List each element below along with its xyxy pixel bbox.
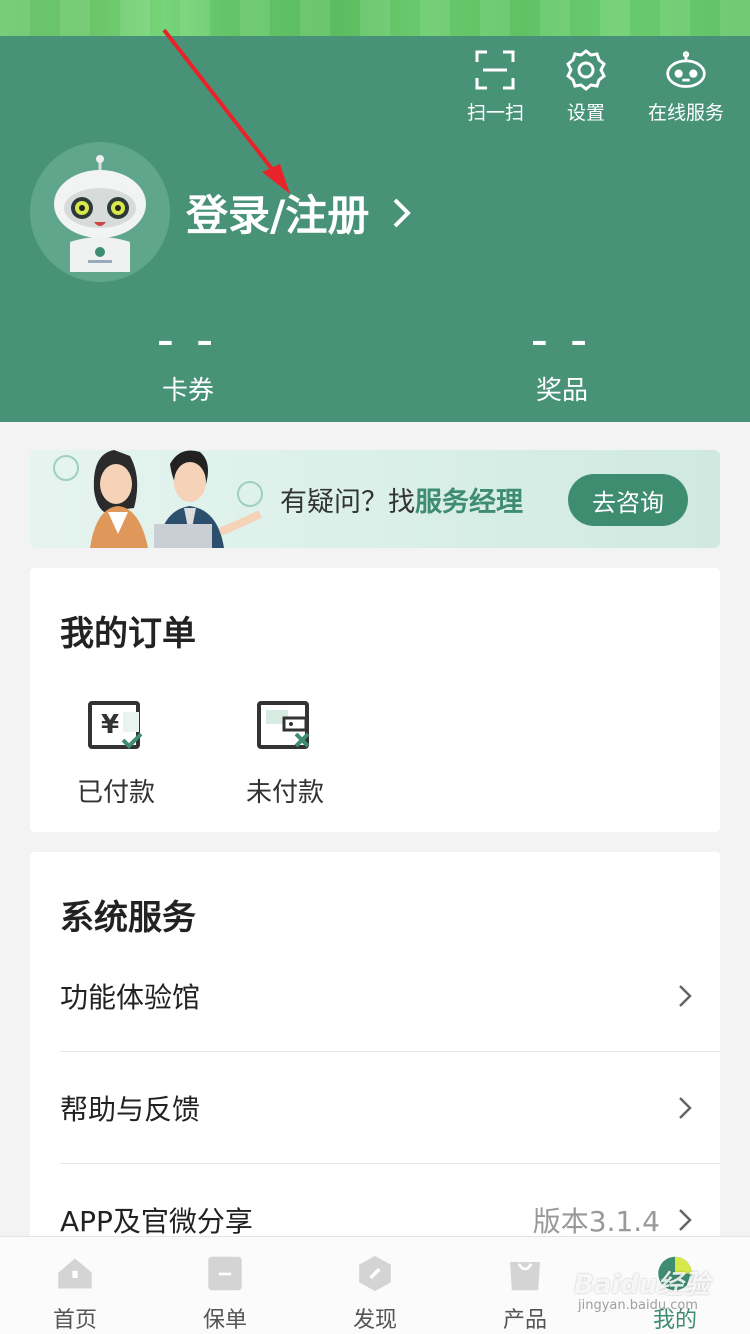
paid-orders-button[interactable]: ¥ 已付款 <box>56 700 176 809</box>
status-bar <box>0 0 750 36</box>
version-text: 版本3.1.4 <box>532 1205 660 1238</box>
home-icon <box>58 1258 92 1289</box>
tab-policy-label: 保单 <box>202 1308 247 1333</box>
bag-icon <box>510 1262 540 1291</box>
baidu-watermark-url: jingyan.baidu.com <box>578 1298 698 1313</box>
scan-icon <box>475 50 515 90</box>
tab-policy[interactable]: 保单 <box>150 1237 300 1334</box>
scan-button[interactable]: 扫一扫 <box>467 48 524 125</box>
paid-label: 已付款 <box>76 778 155 808</box>
prize-label: 奖品 <box>535 376 588 406</box>
tab-product-label: 产品 <box>502 1308 547 1333</box>
svg-text:¥: ¥ <box>101 710 119 740</box>
consult-banner[interactable]: 有疑问？找服务经理 去咨询 <box>30 450 720 548</box>
online-service-button[interactable]: 在线服务 <box>648 48 724 125</box>
orders-card: 我的订单 ¥ 已付款 未付款 <box>30 568 720 832</box>
service-row-label: 帮助与反馈 <box>60 1092 201 1126</box>
tab-home-label: 首页 <box>52 1308 97 1333</box>
service-row-label: 功能体验馆 <box>60 980 201 1014</box>
discover-icon <box>359 1255 391 1292</box>
service-row-feature-hall[interactable]: 功能体验馆 <box>60 940 720 1052</box>
prize-stat[interactable]: – – 奖品 <box>507 322 617 407</box>
coupon-count: – – <box>157 322 219 360</box>
chevron-right-icon <box>393 198 412 227</box>
robot-mascot-icon <box>30 142 170 282</box>
consult-text-highlight: 服务经理 <box>415 487 523 518</box>
tab-discover[interactable]: 发现 <box>300 1237 450 1334</box>
scan-label: 扫一扫 <box>466 102 524 124</box>
profile-header: 扫一扫 设置 在线服务 登录/注册 – – 卡券 – – 奖品 <box>0 36 750 422</box>
service-row-help-feedback[interactable]: 帮助与反馈 <box>60 1052 720 1164</box>
settings-label: 设置 <box>566 102 605 124</box>
tab-discover-label: 发现 <box>352 1308 397 1333</box>
service-manager-illustration <box>53 450 263 548</box>
policy-icon <box>208 1256 242 1291</box>
settings-button[interactable]: 设置 <box>564 48 608 125</box>
consult-text-prefix: 有疑问？找 <box>280 487 415 518</box>
system-services-card: 系统服务 功能体验馆 帮助与反馈 APP及官微分享 版本3.1.4 <box>30 852 720 1252</box>
chevron-right-icon <box>679 1209 692 1231</box>
orders-title: 我的订单 <box>60 614 196 654</box>
unpaid-label: 未付款 <box>245 778 324 808</box>
coupon-label: 卡券 <box>161 376 214 406</box>
chevron-right-icon <box>679 984 692 1007</box>
login-register-label: 登录/注册 <box>186 191 370 240</box>
header-actions: 扫一扫 设置 在线服务 <box>467 48 724 125</box>
gear-icon <box>566 49 606 91</box>
prize-count: – – <box>531 322 593 360</box>
consult-button[interactable]: 去咨询 <box>568 474 688 526</box>
tab-home[interactable]: 首页 <box>0 1237 150 1334</box>
coupon-stat[interactable]: – – 卡券 <box>133 322 243 407</box>
baidu-watermark: Baidu经验 <box>574 1270 710 1300</box>
chevron-right-icon <box>679 1096 692 1119</box>
wallet-x-icon <box>257 701 310 749</box>
yuan-check-icon: ¥ <box>88 701 143 749</box>
login-register-link[interactable]: 登录/注册 <box>186 182 413 243</box>
robot-service-icon <box>666 51 706 88</box>
online-service-label: 在线服务 <box>647 102 724 124</box>
service-row-label: APP及官微分享 <box>60 1205 253 1238</box>
unpaid-orders-button[interactable]: 未付款 <box>225 700 345 809</box>
services-title: 系统服务 <box>60 898 196 938</box>
consult-text: 有疑问？找服务经理 <box>280 480 523 519</box>
avatar[interactable] <box>30 142 170 282</box>
